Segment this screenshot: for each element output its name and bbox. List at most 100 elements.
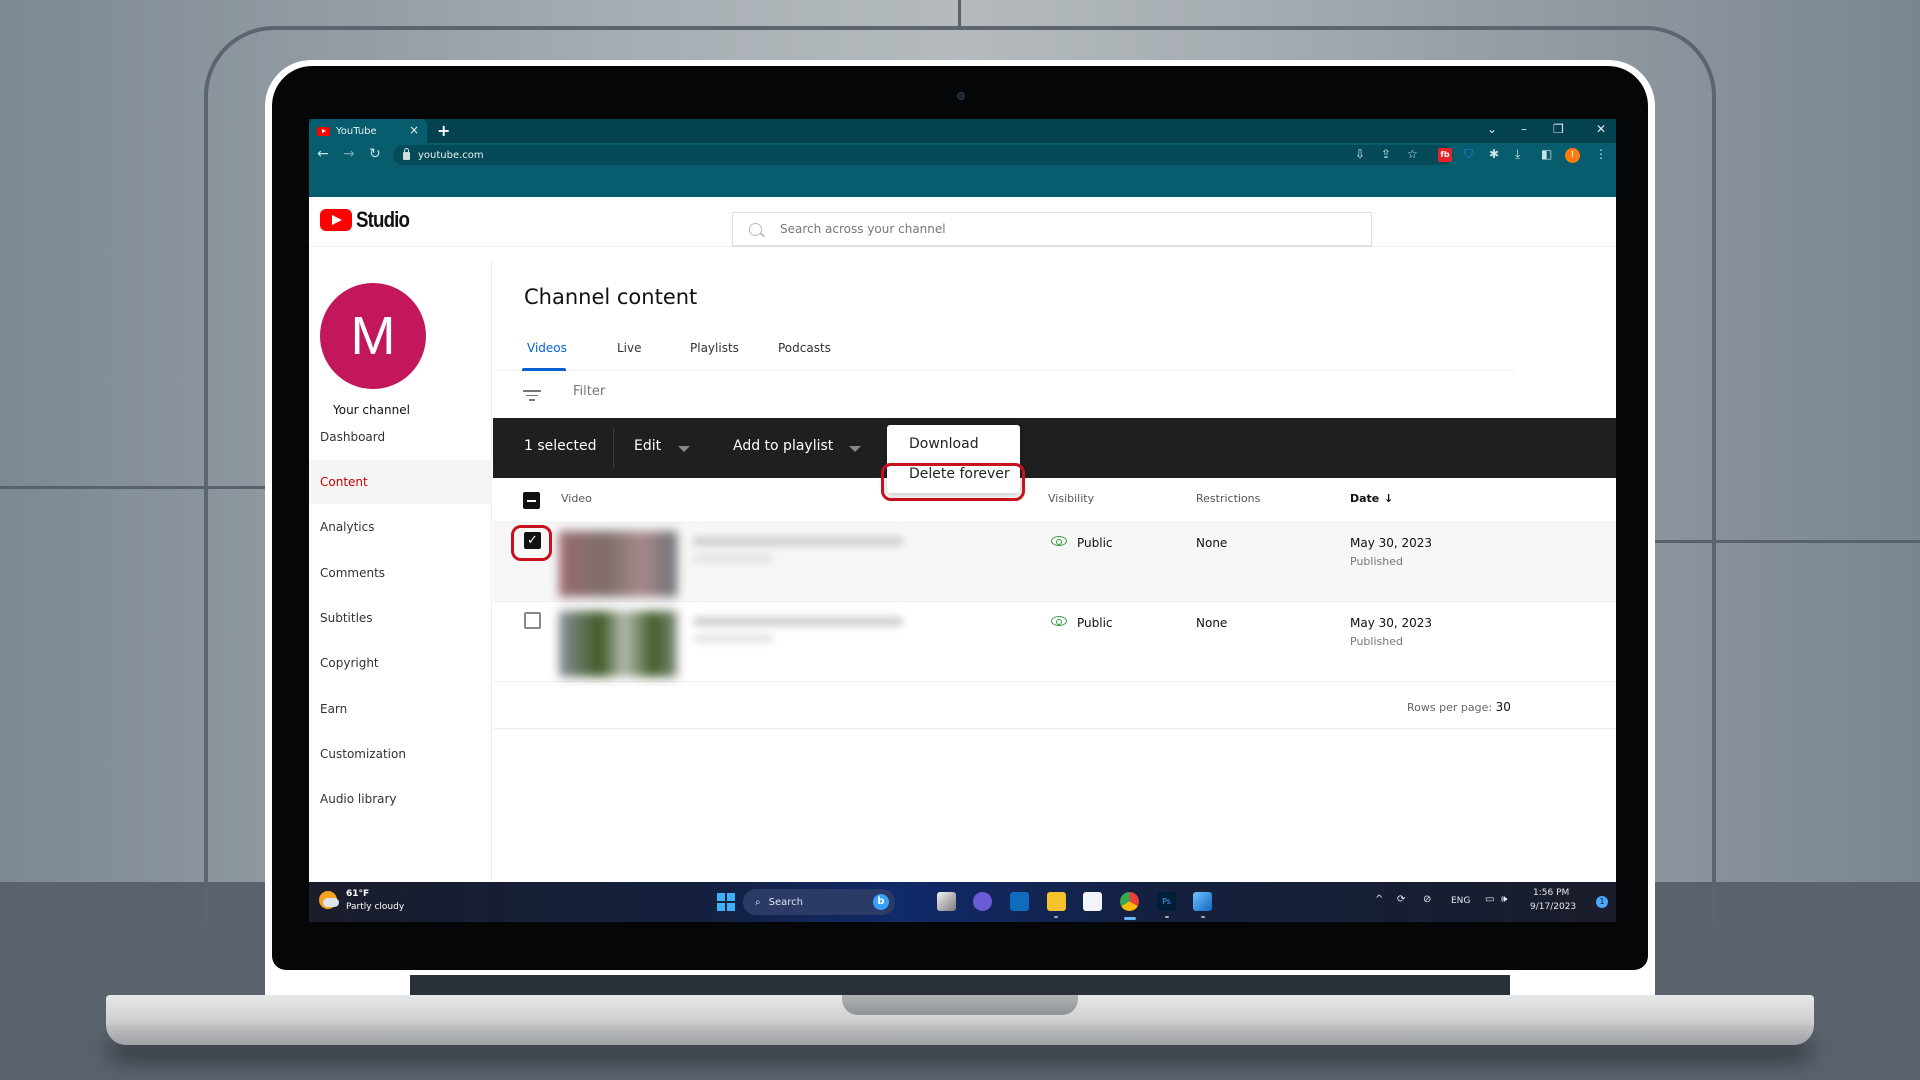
profile-avatar[interactable]: I — [1565, 148, 1580, 163]
bulk-action-bar: 1 selected Edit Add to playlist — [493, 418, 1616, 478]
volume-icon[interactable]: 🕪 — [1501, 894, 1507, 905]
photos-icon[interactable] — [1193, 892, 1212, 911]
weather-temp[interactable]: 61°F — [346, 889, 369, 899]
video-title-blurred[interactable] — [693, 617, 903, 626]
back-button[interactable]: ← — [317, 146, 329, 162]
bookmark-star-icon[interactable]: ☆ — [1407, 147, 1418, 161]
sort-descending-icon[interactable]: ↓ — [1384, 492, 1393, 505]
tray-overflow-icon[interactable]: ^ — [1375, 894, 1383, 905]
notification-badge[interactable]: 1 — [1596, 896, 1608, 908]
row-checkbox-unchecked[interactable] — [524, 612, 541, 629]
laptop-notch — [842, 995, 1078, 1015]
teams-icon[interactable] — [973, 892, 992, 911]
video-title-blurred[interactable] — [693, 537, 903, 546]
restrictions-value: None — [1196, 536, 1228, 550]
tab-videos[interactable]: Videos — [527, 341, 567, 355]
minimize-button[interactable]: – — [1521, 122, 1527, 136]
extension-badge-icon[interactable]: fb — [1438, 148, 1452, 162]
browser-tab-youtube[interactable]: YouTube × — [309, 119, 427, 143]
column-restrictions[interactable]: Restrictions — [1196, 492, 1260, 505]
close-tab-icon[interactable]: × — [409, 123, 419, 137]
visibility-value[interactable]: Public — [1077, 536, 1113, 550]
filter-icon[interactable] — [523, 387, 541, 404]
edit-caret-icon[interactable] — [678, 446, 690, 452]
sidebar-item-dashboard[interactable]: Dashboard — [309, 415, 492, 459]
channel-avatar[interactable]: M — [320, 283, 426, 389]
table-row[interactable]: Public None May 30, 2023 Published — [493, 603, 1616, 682]
date-value: May 30, 2023 — [1350, 536, 1433, 550]
start-button[interactable] — [717, 893, 735, 911]
downloads-icon[interactable]: ⤓ — [1515, 147, 1520, 161]
sidebar-item-content[interactable]: Content — [309, 460, 492, 504]
table-row[interactable]: ✓ Public None May 30, 2023 Published — [493, 523, 1616, 602]
sidebar-item-copyright[interactable]: Copyright — [309, 641, 492, 685]
display-icon[interactable]: ▭ — [1485, 894, 1494, 905]
extensions-puzzle-icon[interactable]: ✱ — [1489, 147, 1499, 161]
photoshop-icon[interactable]: Ps — [1157, 892, 1176, 911]
screen: YouTube × + ⌄ – ❐ ✕ ← → ↻ youtube.com ⇩ … — [309, 119, 1616, 922]
clock-date[interactable]: 9/17/2023 — [1530, 902, 1576, 912]
laptop-base-lower — [106, 1025, 1814, 1045]
bookmark-bar — [309, 167, 1616, 197]
filter-input[interactable]: Filter — [573, 384, 605, 399]
playlist-caret-icon[interactable] — [849, 446, 861, 452]
tab-live[interactable]: Live — [617, 341, 642, 355]
sidebar-item-customization[interactable]: Customization — [309, 732, 492, 776]
task-view-icon[interactable] — [937, 892, 956, 911]
menu-item-download[interactable]: Download — [909, 436, 979, 452]
new-tab-button[interactable]: + — [437, 121, 450, 140]
column-date[interactable]: Date — [1350, 492, 1379, 505]
outlook-icon[interactable] — [1010, 892, 1029, 911]
network-off-icon[interactable]: ⊘ — [1423, 894, 1431, 905]
bing-icon[interactable]: b — [873, 894, 889, 910]
address-bar[interactable]: youtube.com — [393, 145, 1453, 165]
sidebar-item-subtitles[interactable]: Subtitles — [309, 596, 492, 640]
taskbar-search[interactable]: ⌕ Search b — [743, 889, 895, 915]
browser-toolbar: ← → ↻ youtube.com ⇩ ⇪ ☆ fb ⛉ ✱ ⤓ ◧ I ⋮ — [309, 143, 1616, 167]
sidebar-item-comments[interactable]: Comments — [309, 551, 492, 595]
language-indicator[interactable]: ENG — [1451, 896, 1470, 906]
sidebar-item-earn[interactable]: Earn — [309, 687, 492, 731]
vpn-shield-icon[interactable]: ⛉ — [1464, 147, 1473, 161]
sidebar-item-audio-library[interactable]: Audio library — [309, 777, 492, 821]
tab-podcasts[interactable]: Podcasts — [778, 341, 831, 355]
reload-button[interactable]: ↻ — [369, 146, 381, 162]
windows-taskbar: 61°F Partly cloudy ⌕ Search b Ps ^ ⟳ ⊘ E… — [309, 882, 1616, 922]
rows-per-page[interactable]: Rows per page: 30 — [1407, 700, 1511, 714]
weather-desc[interactable]: Partly cloudy — [346, 902, 404, 912]
rows-per-page-value[interactable]: 30 — [1496, 700, 1511, 714]
search-icon — [749, 222, 762, 236]
sync-icon[interactable]: ⟳ — [1397, 894, 1405, 905]
edit-dropdown[interactable]: Edit — [634, 438, 661, 454]
restrictions-value: None — [1196, 616, 1228, 630]
youtube-logo-icon[interactable] — [320, 209, 352, 231]
sidebar-item-analytics[interactable]: Analytics — [309, 505, 492, 549]
clock-time[interactable]: 1:56 PM — [1533, 888, 1569, 898]
channel-search-input[interactable]: Search across your channel — [732, 212, 1372, 246]
forward-button[interactable]: → — [343, 146, 355, 162]
video-thumbnail[interactable] — [559, 611, 677, 677]
close-window-button[interactable]: ✕ — [1596, 122, 1606, 136]
running-indicator — [1165, 916, 1169, 918]
add-to-playlist-dropdown[interactable]: Add to playlist — [733, 438, 833, 454]
search-placeholder: Search across your channel — [780, 222, 946, 236]
studio-logo-text[interactable]: Studio — [356, 207, 410, 233]
share-icon[interactable]: ⇪ — [1381, 147, 1391, 161]
restore-button[interactable]: ❐ — [1553, 122, 1564, 136]
tab-search-icon[interactable]: ⌄ — [1487, 122, 1497, 136]
side-panel-icon[interactable]: ◧ — [1541, 147, 1552, 161]
column-visibility[interactable]: Visibility — [1048, 492, 1094, 505]
video-thumbnail[interactable] — [559, 531, 677, 597]
chrome-icon[interactable] — [1120, 892, 1139, 911]
laptop-hinge — [410, 975, 1510, 995]
tab-playlists[interactable]: Playlists — [690, 341, 739, 355]
filter-bar[interactable]: Filter — [493, 372, 1515, 414]
video-description-blurred — [693, 555, 773, 562]
install-app-icon[interactable]: ⇩ — [1355, 147, 1365, 161]
page-title: Channel content — [524, 285, 698, 309]
microsoft-store-icon[interactable] — [1083, 892, 1102, 911]
file-explorer-icon[interactable] — [1047, 892, 1066, 911]
browser-menu-icon[interactable]: ⋮ — [1595, 147, 1607, 161]
visibility-value[interactable]: Public — [1077, 616, 1113, 630]
select-all-checkbox[interactable] — [523, 492, 540, 509]
